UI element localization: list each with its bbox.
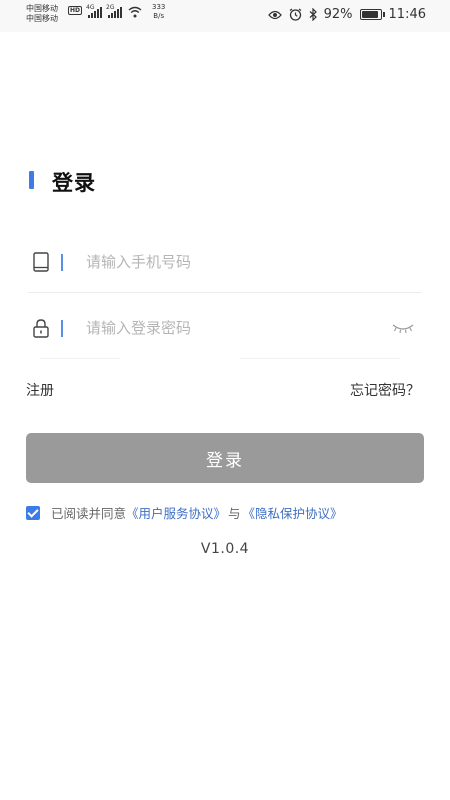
password-input[interactable] [86,316,376,340]
status-right: 92% 11:46 [267,7,426,22]
user-agreement-link[interactable]: 《用户服务协议》 [126,503,226,522]
hd-badge: HD [68,6,83,15]
network-icons: HD 4G 2G 333 B/s [68,3,166,21]
alarm-icon [289,8,301,21]
battery-icon [359,9,385,20]
forgot-password-link[interactable]: 忘记密码？ [350,380,420,400]
signal-icon: 4G [86,4,103,18]
wifi-icon [128,6,142,18]
battery-level [361,11,379,18]
title-accent-bar [29,171,34,189]
app-version: V1.0.4 [200,541,250,557]
bluetooth-icon [309,8,317,21]
carrier-1: 中国移动 [26,4,58,13]
network-type-2: 2G [106,4,115,11]
field-divider [61,320,63,337]
agreement-and: 与 [228,506,241,521]
page-title: 登录 [52,171,96,195]
register-link[interactable]: 注册 [26,380,54,400]
agreement-row: 已阅读并同意 《用户服务协议》 与 《隐私保护协议》 [26,503,343,522]
privacy-policy-link[interactable]: 《隐私保护协议》 [243,503,343,522]
lock-icon [33,319,49,338]
eye-closed-icon[interactable] [392,322,414,334]
signal-icon-2: 2G [106,4,123,18]
field-divider [61,254,63,271]
status-bar: 中国移动 中国移动 HD 4G 2G 333 B/s 92% 11:46 [0,0,450,32]
password-underline-right [240,358,400,359]
agreement-checkbox[interactable] [26,505,40,520]
phone-icon [33,252,49,272]
clock: 11:46 [388,7,426,22]
battery-percent: 92% [323,7,353,22]
password-field [28,298,422,358]
agreement-prefix: 已阅读并同意 [51,506,127,521]
carrier-info: 中国移动 中国移动 [26,4,58,24]
network-type-1: 4G [86,4,95,11]
network-speed: 333 B/s [152,3,166,20]
carrier-2: 中国移动 [26,14,58,23]
phone-field [28,232,422,293]
eye-icon [267,10,282,19]
password-underline-left [40,358,120,359]
login-button[interactable]: 登录 [26,433,424,483]
phone-input[interactable] [86,250,376,274]
